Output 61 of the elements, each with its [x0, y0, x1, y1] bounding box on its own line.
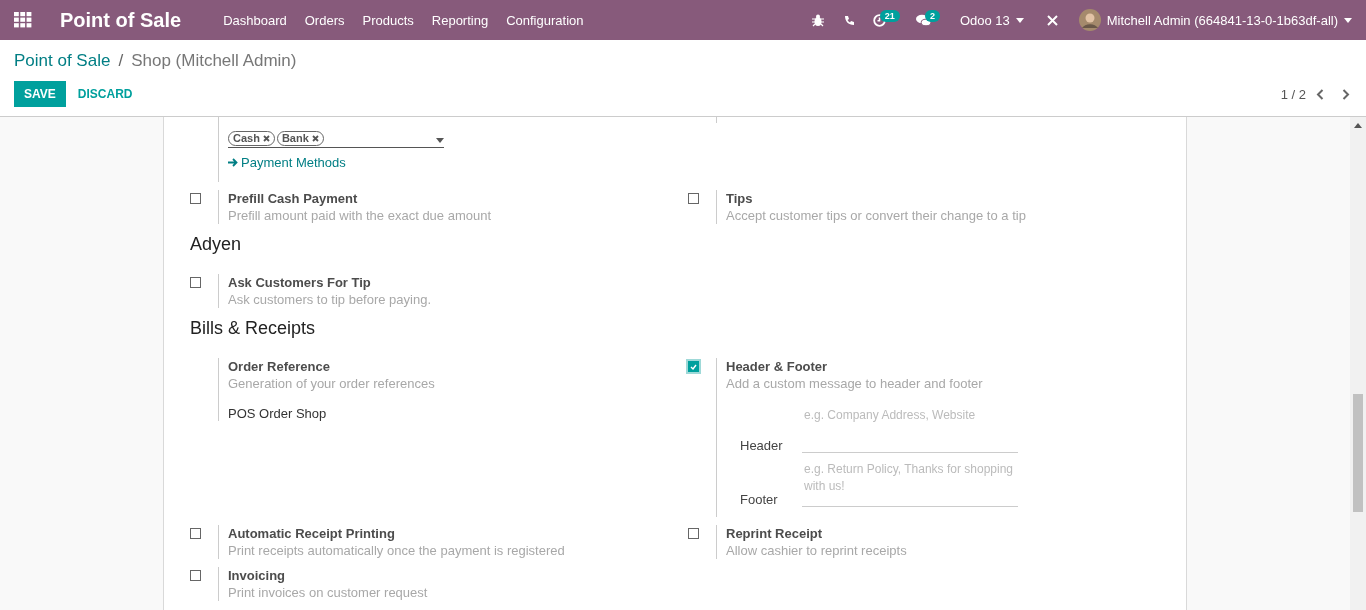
- remove-icon[interactable]: [311, 135, 319, 142]
- setting-description: Accept customer tips or convert their change to a tip: [726, 207, 1027, 224]
- menu-item[interactable]: Configuration: [506, 12, 584, 28]
- field-label: Header: [740, 438, 784, 453]
- pager-counter: 1 / 2: [1280, 86, 1306, 102]
- remove-icon[interactable]: [262, 135, 270, 142]
- discard-button[interactable]: DISCARD: [65, 81, 145, 107]
- apps-menu-icon[interactable]: [14, 11, 32, 29]
- bug-icon[interactable]: [811, 13, 824, 27]
- section-heading: Bills & Receipts: [190, 317, 317, 340]
- database-menu[interactable]: Odoo 13: [959, 12, 1024, 28]
- setting-description: Generation of your order references: [228, 375, 436, 392]
- setting-title: Invoicing: [228, 567, 287, 584]
- checkbox[interactable]: [688, 193, 699, 204]
- menu-item[interactable]: Reporting: [431, 12, 489, 28]
- previous-icon[interactable]: [1316, 88, 1324, 100]
- checkbox[interactable]: [688, 361, 699, 372]
- arrow-icon: [228, 158, 238, 167]
- caret-icon: [1015, 17, 1024, 23]
- clock-icon[interactable]: [872, 13, 886, 27]
- setting-description: Allow cashier to reprint receipts: [726, 542, 908, 559]
- save-button[interactable]: SAVE: [14, 81, 66, 107]
- setting-description: Prefill amount paid with the exact due amount: [228, 207, 493, 224]
- activity-count-badge: 21: [879, 10, 900, 22]
- message-count-badge: 2: [924, 10, 940, 22]
- user-menu[interactable]: Mitchell Admin (664841-13-0-1b63df-all): [1078, 9, 1352, 31]
- setting-description: Add a custom message to header and footer: [726, 375, 984, 392]
- menu-item[interactable]: Dashboard: [223, 12, 287, 28]
- phone-icon[interactable]: [843, 14, 855, 26]
- checkbox[interactable]: [190, 193, 201, 204]
- setting-description: Print invoices on customer request: [228, 584, 429, 601]
- scroll-up-icon[interactable]: [1354, 123, 1362, 128]
- setting-title: Order Reference: [228, 358, 331, 375]
- setting-description: Ask customers to tip before paying.: [228, 291, 433, 308]
- checkbox[interactable]: [688, 528, 699, 539]
- app-title: Point of Sale: [60, 8, 182, 32]
- menu-item[interactable]: Orders: [304, 12, 345, 28]
- setting-title: Header & Footer: [726, 358, 829, 375]
- breadcrumb-separator: /: [118, 51, 124, 71]
- setting-title: Reprint Receipt: [726, 525, 824, 542]
- checkbox[interactable]: [190, 570, 201, 581]
- setting-description: Print receipts automatically once the payment is registered: [228, 542, 566, 559]
- next-icon[interactable]: [1342, 88, 1350, 100]
- scrollbar-thumb[interactable]: [1353, 394, 1363, 512]
- caret-icon: [1344, 17, 1352, 23]
- breadcrumb-current: Shop (Mitchell Admin): [131, 51, 297, 71]
- caret-icon: [436, 138, 444, 143]
- avatar-icon: [1078, 9, 1101, 31]
- setting-title: Tips: [726, 190, 754, 207]
- section-heading: Adyen: [190, 233, 243, 256]
- setting-title: Ask Customers For Tip: [228, 274, 372, 291]
- payment-methods-field[interactable]: Cash Bank: [228, 131, 444, 148]
- checkbox[interactable]: [190, 277, 201, 288]
- checkbox[interactable]: [190, 528, 201, 539]
- field-label: Footer: [740, 492, 779, 507]
- breadcrumb-link[interactable]: Point of Sale: [14, 51, 111, 71]
- setting-title: Prefill Cash Payment: [228, 190, 359, 207]
- payment-methods-link[interactable]: Payment Methods: [228, 155, 346, 182]
- setting-title: Automatic Receipt Printing: [228, 525, 396, 542]
- setting-value: POS Order Shop: [228, 406, 328, 421]
- menu-item[interactable]: Products: [362, 12, 414, 28]
